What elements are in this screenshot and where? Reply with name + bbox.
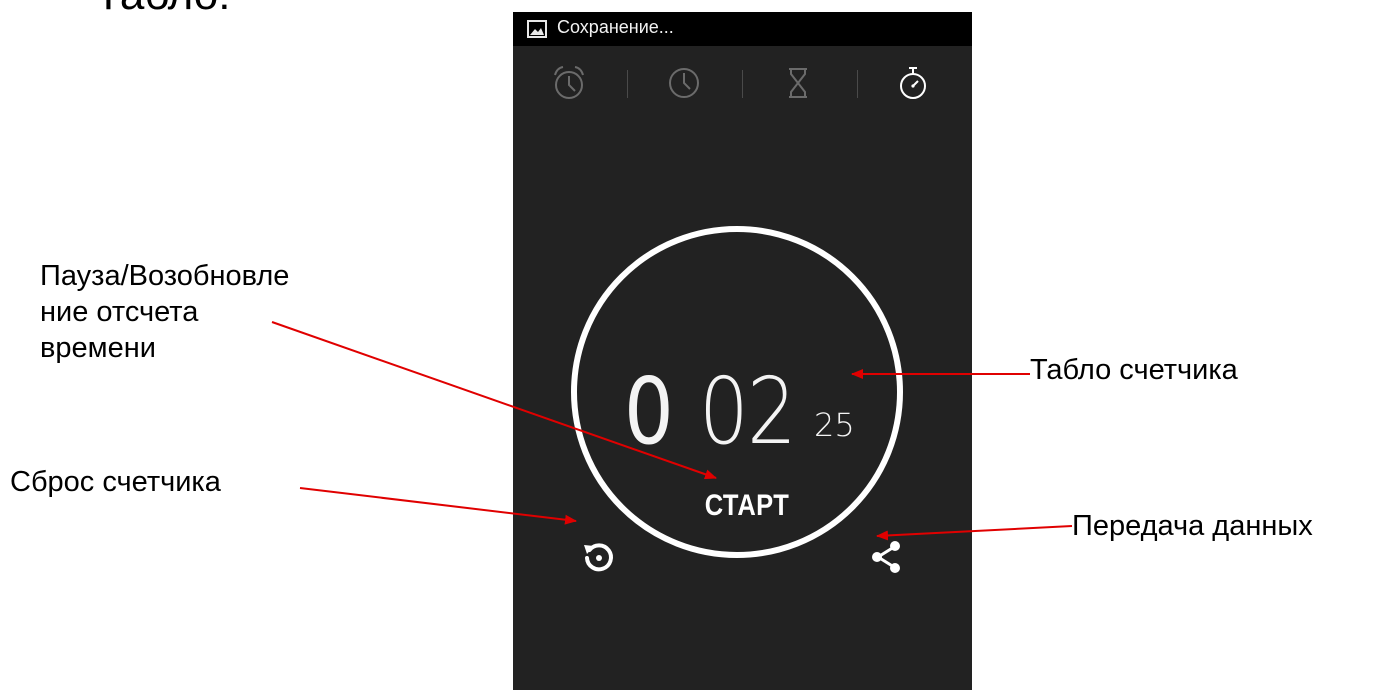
callout-reset: Сброс счетчика [10,466,221,498]
hourglass-icon [789,68,807,98]
time-minutes: 0 [624,358,674,465]
tab-bar [513,52,972,110]
tab-stopwatch[interactable] [883,58,943,108]
callout-pause-resume: Пауза/Возобновле ние отсчета времени [40,258,289,366]
callout-pause-resume-line2: ние отсчета [40,296,199,328]
callout-pause-resume-line3: времени [40,332,156,364]
clock-icon [669,68,699,98]
tab-divider [627,70,628,98]
image-icon [527,20,547,38]
status-bar: Сохранение... [513,12,972,46]
reset-button[interactable] [577,535,621,579]
tab-divider [857,70,858,98]
time-hundredths: 25 [814,406,855,444]
time-display: 0 02 25 [513,358,972,465]
share-icon [872,541,900,573]
phone-screen: Сохранение... 0 02 25 СТАРТ [513,12,972,690]
share-button[interactable] [864,535,908,579]
time-seconds: 02 [699,358,797,465]
alarm-clock-icon [554,66,584,99]
tab-timer[interactable] [768,58,828,108]
tab-clock[interactable] [654,58,714,108]
reset-icon [584,543,613,572]
start-button[interactable]: СТАРТ [679,489,815,529]
callout-display: Табло счетчика [1030,354,1238,386]
stopwatch-icon [900,67,926,99]
status-text: Сохранение... [557,17,674,37]
tab-alarm[interactable] [539,58,599,108]
tab-divider [742,70,743,98]
top-title-fragment: Табло: [95,0,230,20]
callout-share: Передача данных [1072,510,1313,542]
callout-pause-resume-line1: Пауза/Возобновле [40,260,290,292]
